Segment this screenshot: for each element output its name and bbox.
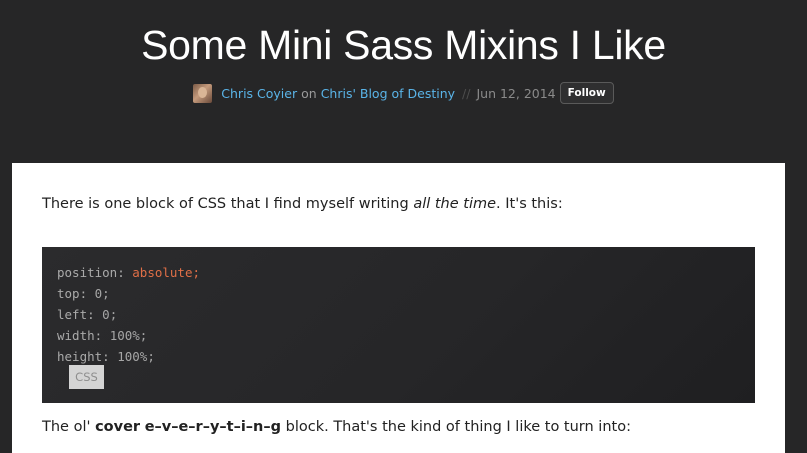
code-property: left:	[57, 307, 95, 322]
code-language-badge: CSS	[69, 365, 104, 389]
code-line: position: absolute;	[57, 265, 200, 280]
intro-text-end: . It's this:	[496, 196, 563, 212]
byline-on-text: on	[301, 85, 317, 101]
code-property: top:	[57, 286, 88, 301]
code-line: top: 0;	[57, 286, 110, 301]
intro-emphasis: all the time	[413, 196, 497, 212]
code-property: position:	[57, 265, 125, 280]
code-property: width:	[57, 328, 103, 343]
code-property: height:	[57, 349, 110, 364]
code-value: 0;	[102, 307, 118, 322]
byline: Chris Coyier on Chris' Blog of Destiny /…	[0, 81, 807, 105]
paragraph-intro: There is one block of CSS that I find my…	[42, 196, 563, 212]
code-value: 100%;	[109, 328, 148, 343]
everything-bold: e–v–e–r–y–t–i–n–g	[144, 419, 282, 435]
follow-button[interactable]: Follow	[559, 82, 614, 104]
author-avatar[interactable]	[193, 83, 213, 103]
code-value: 0;	[94, 286, 110, 301]
page-title: Some Mini Sass Mixins I Like	[141, 22, 666, 68]
code-value: absolute;	[132, 265, 200, 280]
post-date: Jun 12, 2014	[476, 85, 556, 101]
article-content: There is one block of CSS that I find my…	[12, 163, 785, 453]
code-value: 100%;	[117, 349, 155, 364]
blog-link[interactable]: Chris' Blog of Destiny	[321, 86, 455, 101]
cover-bold: cover	[95, 419, 141, 435]
cover-text: The ol'	[42, 419, 96, 435]
cover-text-end: block. That's the kind of thing I like t…	[281, 419, 631, 435]
byline-separator: //	[462, 85, 471, 101]
code-line: width: 100%;	[57, 328, 147, 343]
post-header: Some Mini Sass Mixins I Like Chris Coyie…	[0, 0, 807, 163]
code-block[interactable]: position: absolute; top: 0; left: 0; wid…	[42, 247, 755, 403]
author-link[interactable]: Chris Coyier	[221, 86, 297, 101]
code-line: height: 100%;	[57, 349, 155, 364]
code-line: left: 0;	[57, 307, 117, 322]
intro-text: There is one block of CSS that I find my…	[42, 196, 414, 212]
paragraph-cover: The ol' cover e–v–e–r–y–t–i–n–g block. T…	[42, 419, 631, 435]
